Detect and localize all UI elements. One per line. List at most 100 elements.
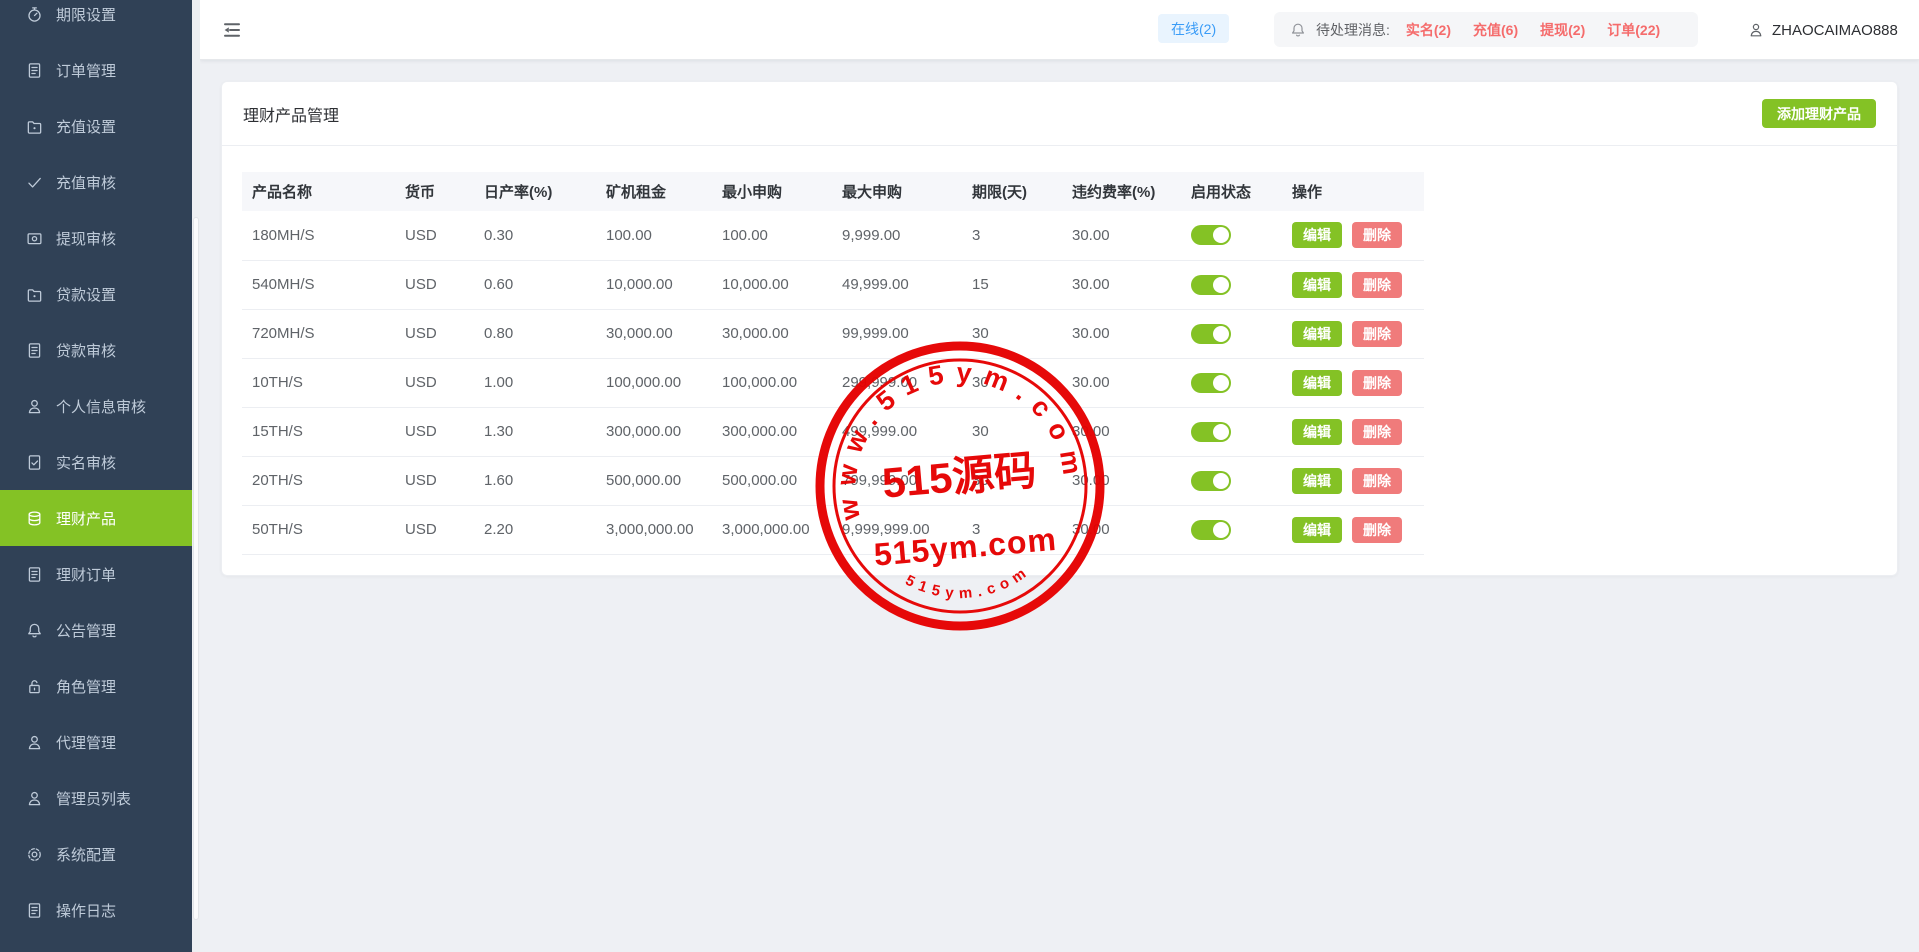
pending-link-withdraw[interactable]: 提现(2): [1540, 20, 1585, 40]
actions-cell: 编辑删除: [1282, 407, 1424, 456]
currency-cell: USD: [395, 505, 474, 554]
edit-button[interactable]: 编辑: [1292, 272, 1342, 298]
user-menu[interactable]: ZHAOCAIMAO888: [1748, 0, 1898, 60]
sidebar-item-3[interactable]: 充值审核: [0, 154, 192, 210]
product-name-cell: 15TH/S: [242, 407, 395, 456]
col-header-name: 产品名称: [242, 172, 395, 211]
pending-link-realname[interactable]: 实名(2): [1406, 20, 1451, 40]
lock-open-icon: [26, 678, 43, 695]
sidebar-item-12[interactable]: 角色管理: [0, 658, 192, 714]
add-product-button[interactable]: 添加理财产品: [1762, 99, 1876, 128]
table-row: 720MH/SUSD0.8030,000.0030,000.0099,999.0…: [242, 309, 1424, 358]
sidebar-item-0[interactable]: 期限设置: [0, 0, 192, 42]
delete-button[interactable]: 删除: [1352, 370, 1402, 396]
sidebar-item-2[interactable]: 充值设置: [0, 98, 192, 154]
pending-link-orders[interactable]: 订单(22): [1607, 20, 1660, 40]
delete-button[interactable]: 删除: [1352, 419, 1402, 445]
product-name-cell: 720MH/S: [242, 309, 395, 358]
sidebar-item-label: 个人信息审核: [56, 396, 146, 417]
machine-rent-cell: 100,000.00: [596, 358, 712, 407]
days-cell: 30: [962, 309, 1062, 358]
table-row: 10TH/SUSD1.00100,000.00100,000.00299,999…: [242, 358, 1424, 407]
enable-toggle[interactable]: [1191, 324, 1231, 344]
delete-button[interactable]: 删除: [1352, 272, 1402, 298]
sidebar-item-label: 理财订单: [56, 564, 116, 585]
days-cell: 3: [962, 211, 1062, 260]
min-buy-cell: 3,000,000.00: [712, 505, 832, 554]
product-name-cell: 50TH/S: [242, 505, 395, 554]
document-icon: [26, 902, 43, 919]
document-check-icon: [26, 454, 43, 471]
edit-button[interactable]: 编辑: [1292, 321, 1342, 347]
penalty-rate-cell: 30.00: [1062, 407, 1181, 456]
collapse-sidebar-icon[interactable]: [222, 21, 242, 39]
sidebar-item-14[interactable]: 管理员列表: [0, 770, 192, 826]
edit-button[interactable]: 编辑: [1292, 468, 1342, 494]
daily-rate-cell: 0.60: [474, 260, 596, 309]
sidebar-item-7[interactable]: 个人信息审核: [0, 378, 192, 434]
sidebar-item-label: 充值设置: [56, 116, 116, 137]
pending-link-recharge[interactable]: 充值(6): [1473, 20, 1518, 40]
edit-button[interactable]: 编辑: [1292, 419, 1342, 445]
product-name-cell: 540MH/S: [242, 260, 395, 309]
enable-toggle[interactable]: [1191, 275, 1231, 295]
sidebar-item-4[interactable]: 提现审核: [0, 210, 192, 266]
bell-icon: [1290, 22, 1306, 38]
pending-messages-label: 待处理消息:: [1316, 20, 1390, 40]
enable-toggle[interactable]: [1191, 373, 1231, 393]
banknote-icon: [26, 230, 43, 247]
user-icon: [26, 734, 43, 751]
delete-button[interactable]: 删除: [1352, 321, 1402, 347]
edit-button[interactable]: 编辑: [1292, 517, 1342, 543]
actions-cell: 编辑删除: [1282, 211, 1424, 260]
col-header-rent: 矿机租金: [596, 172, 712, 211]
days-cell: 30: [962, 358, 1062, 407]
sidebar-item-label: 充值审核: [56, 172, 116, 193]
sidebar-item-10[interactable]: 理财订单: [0, 546, 192, 602]
user-icon: [26, 790, 43, 807]
sidebar-scrollbar-thumb[interactable]: [193, 217, 199, 920]
sidebar-item-5[interactable]: 贷款设置: [0, 266, 192, 322]
sidebar-item-13[interactable]: 代理管理: [0, 714, 192, 770]
user-icon: [26, 398, 43, 415]
col-header-penalty: 违约费率(%): [1062, 172, 1181, 211]
enable-toggle[interactable]: [1191, 422, 1231, 442]
currency-cell: USD: [395, 407, 474, 456]
sidebar-item-8[interactable]: 实名审核: [0, 434, 192, 490]
enable-toggle[interactable]: [1191, 520, 1231, 540]
max-buy-cell: 299,999.00: [832, 358, 962, 407]
daily-rate-cell: 1.60: [474, 456, 596, 505]
edit-button[interactable]: 编辑: [1292, 222, 1342, 248]
status-cell: [1181, 211, 1282, 260]
machine-rent-cell: 100.00: [596, 211, 712, 260]
delete-button[interactable]: 删除: [1352, 222, 1402, 248]
enable-toggle[interactable]: [1191, 471, 1231, 491]
card-header: 理财产品管理 添加理财产品: [222, 82, 1897, 146]
max-buy-cell: 9,999,999.00: [832, 505, 962, 554]
sidebar-item-label: 公告管理: [56, 620, 116, 641]
currency-cell: USD: [395, 260, 474, 309]
delete-button[interactable]: 删除: [1352, 517, 1402, 543]
sidebar-item-15[interactable]: 系统配置: [0, 826, 192, 882]
min-buy-cell: 100,000.00: [712, 358, 832, 407]
status-cell: [1181, 260, 1282, 309]
currency-cell: USD: [395, 309, 474, 358]
sidebar-item-9[interactable]: 理财产品: [0, 490, 192, 546]
sidebar-item-6[interactable]: 贷款审核: [0, 322, 192, 378]
enable-toggle[interactable]: [1191, 225, 1231, 245]
sidebar-item-1[interactable]: 订单管理: [0, 42, 192, 98]
admin-app: 期限设置订单管理充值设置充值审核提现审核贷款设置贷款审核个人信息审核实名审核理财…: [0, 0, 1919, 952]
status-cell: [1181, 309, 1282, 358]
sidebar-item-16[interactable]: 操作日志: [0, 882, 192, 938]
online-count-badge[interactable]: 在线(2): [1158, 14, 1229, 43]
daily-rate-cell: 0.80: [474, 309, 596, 358]
penalty-rate-cell: 30.00: [1062, 309, 1181, 358]
days-cell: 30: [962, 456, 1062, 505]
delete-button[interactable]: 删除: [1352, 468, 1402, 494]
table-row: 15TH/SUSD1.30300,000.00300,000.00499,999…: [242, 407, 1424, 456]
sidebar-item-label: 系统配置: [56, 844, 116, 865]
sidebar-item-label: 理财产品: [56, 508, 116, 529]
edit-button[interactable]: 编辑: [1292, 370, 1342, 396]
sidebar-item-11[interactable]: 公告管理: [0, 602, 192, 658]
penalty-rate-cell: 30.00: [1062, 505, 1181, 554]
